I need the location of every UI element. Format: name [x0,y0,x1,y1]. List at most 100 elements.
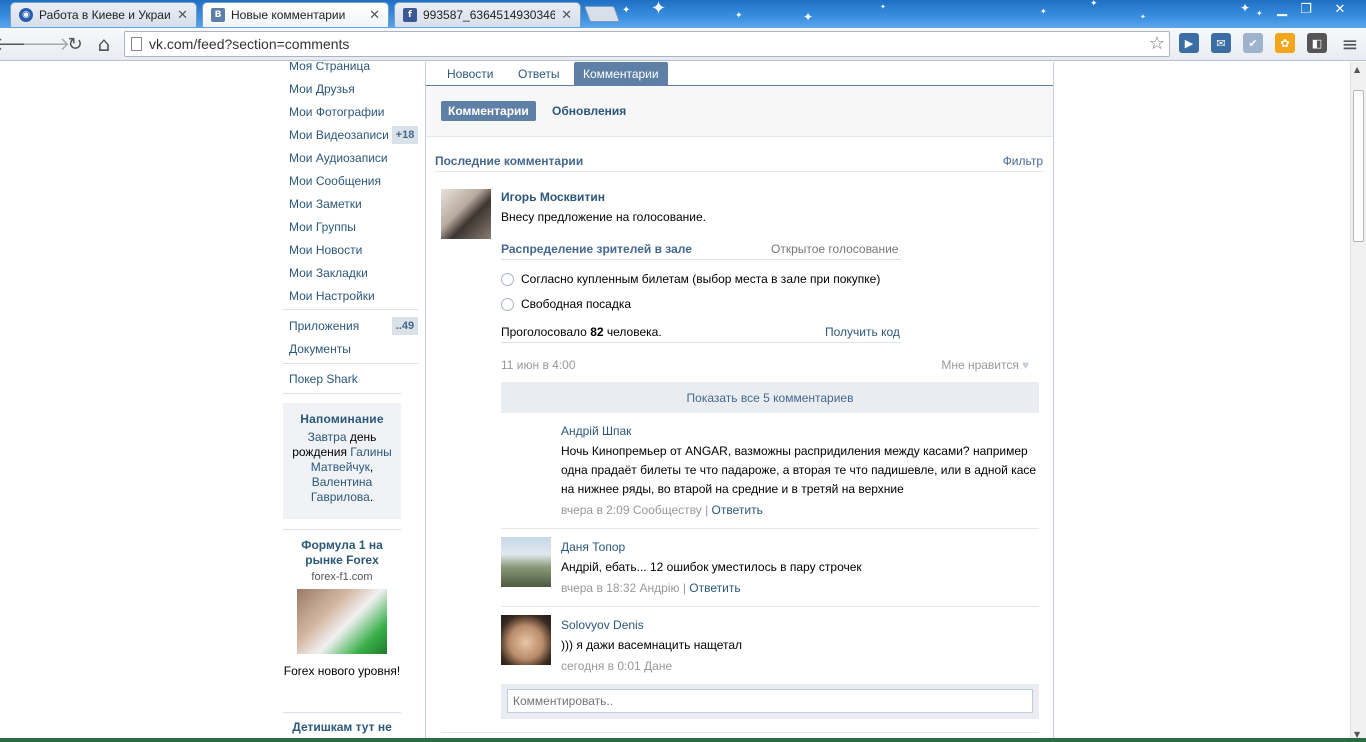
menu-my-settings[interactable]: Мои Настройки [289,289,375,303]
reply-button[interactable]: Ответить [689,581,740,595]
reply-button[interactable]: Ответить [712,503,763,517]
poll-option-label: Согласно купленным билетам (выбор места … [521,272,881,286]
decor-star-icon: ✦ [1140,13,1146,21]
poll-option[interactable]: Согласно купленным билетам (выбор места … [501,272,880,286]
screenshot-extension-icon[interactable]: ◧ [1307,33,1327,53]
get-code-link[interactable]: Получить код [825,325,900,339]
reply-date[interactable]: вчера в 18:32 Андрію [561,581,680,595]
taskbar-edge [0,738,1366,742]
page-content: Моя Страница Мои Друзья Мои Фотографии М… [0,62,1350,742]
mail-extension-icon[interactable]: ✉ [1211,33,1231,53]
vk-extension-icon[interactable]: ✔ [1243,33,1263,53]
show-all-comments-button[interactable]: Показать все 5 комментариев [501,382,1039,413]
page-scrollbar[interactable]: ▲ ▼ [1350,62,1366,742]
second-ad-title[interactable]: Детишкам тут не [283,720,401,734]
forex-ad[interactable]: Формула 1 на рынке Forex forex-f1.com Fo… [283,538,401,679]
scroll-up-icon[interactable]: ▲ [1354,65,1360,74]
menu-divider [283,309,418,310]
reply-date[interactable]: вчера в 2:09 Сообществу [561,503,702,517]
section-divider [435,171,1044,172]
reply-divider [501,606,1039,607]
close-icon[interactable]: ✕ [177,8,188,23]
decor-star-icon: ✦ [880,3,886,11]
menu-my-messages[interactable]: Мои Сообщения [289,174,381,188]
ad-divider [283,712,401,713]
chrome-menu-icon[interactable]: ≡ [1338,32,1362,56]
post-author-link[interactable]: Игорь Москвитин [501,190,605,204]
post-divider [441,732,1039,733]
reply-author-link[interactable]: Solovyov Denis [561,618,644,632]
reply-avatar[interactable] [501,537,551,587]
like-button[interactable]: Мне нравится ♥ [941,358,1029,372]
reminder-separator: , [369,460,374,474]
maximize-icon[interactable]: ❐ [1292,0,1320,18]
reminder-tomorrow-link[interactable]: Завтра [308,430,347,444]
menu-divider [283,393,401,394]
flower-extension-icon[interactable]: ✿ [1275,33,1295,53]
browser-tab-comments[interactable]: B Новые комментарии ✕ [202,2,389,27]
comments-filter-bar: Комментарии Обновления [426,86,1053,137]
menu-my-page[interactable]: Моя Страница [289,62,370,73]
ad-divider [283,529,401,530]
apps-count-badge[interactable]: ..49 [392,317,418,335]
radio-button[interactable] [501,272,514,286]
radio-button[interactable] [501,297,514,311]
bookmark-star-icon[interactable]: ☆ [1149,33,1165,54]
ad-image[interactable] [297,589,387,654]
votes-count: 82 [590,325,604,339]
browser-tab-jobs[interactable]: ◉ Работа в Киеве и Украине ✕ [10,2,197,27]
scrollbar-thumb[interactable] [1353,90,1364,242]
menu-my-friends[interactable]: Мои Друзья [289,82,355,96]
menu-my-audio[interactable]: Мои Аудиозаписи [289,151,388,165]
close-icon[interactable]: ✕ [561,8,572,23]
filter-comments-button[interactable]: Комментарии [441,101,536,121]
reply-divider [501,528,1039,529]
menu-apps[interactable]: Приложения [289,319,359,333]
reply-date[interactable]: сегодня в 0:01 Дане [561,659,672,673]
post-author-avatar[interactable] [441,189,491,239]
menu-documents[interactable]: Документы [289,342,351,356]
reply-text: Ночь Кинопремьер от ANGAR, вазможны расп… [561,444,1037,496]
home-icon[interactable]: ⌂ [92,32,116,56]
menu-my-groups[interactable]: Мои Группы [289,220,356,234]
menu-my-notes[interactable]: Мои Заметки [289,197,362,211]
menu-my-photos[interactable]: Мои Фотографии [289,105,384,119]
ad-text: Forex нового уровня! [283,664,401,678]
browser-tab-facebook-image[interactable]: f 993587_636451493034662_ ✕ [394,2,581,27]
forward-arrow-icon[interactable]: 🡒 [22,32,70,56]
menu-my-news[interactable]: Мои Новости [289,243,362,257]
reply-meta: вчера в 2:09 Сообществу | Ответить [561,503,763,517]
menu-poker-shark[interactable]: Покер Shark [289,372,358,386]
tab-news[interactable]: Новости [438,62,502,85]
new-tab-button[interactable] [584,6,620,22]
tab-replies[interactable]: Ответы [509,62,568,85]
poll-option[interactable]: Свободная посадка [501,297,631,311]
reminder-name-link[interactable]: Валентина Гаврилова [311,475,372,504]
browser-toolbar: 🡐 🡒 ↻ ⌂ ☆ ▶ ✉ ✔ ✿ ◧ ≡ [0,28,1366,61]
poll-title: Распределение зрителей в зале [501,242,692,256]
post-date[interactable]: 11 июн в 4:00 [501,358,576,372]
decor-star-icon: ✦ [803,10,814,24]
poll-divider [501,259,901,260]
decor-star-icon: ✦ [1040,7,1047,16]
filter-link[interactable]: Фильтр [1003,154,1043,168]
address-input[interactable] [149,35,1139,53]
menu-my-bookmarks[interactable]: Мои Закладки [289,266,368,280]
videos-count-badge[interactable]: +18 [392,126,418,144]
ad-title[interactable]: Формула 1 на рынке Forex [283,538,401,568]
comment-input[interactable] [507,689,1033,713]
ad-domain: forex-f1.com [311,571,373,583]
window-close-icon[interactable]: ✕ [1326,0,1354,18]
reply-author-link[interactable]: Даня Топор [561,540,625,554]
close-icon[interactable]: ✕ [369,8,380,23]
reload-icon[interactable]: ↻ [63,32,87,56]
reply-avatar[interactable] [501,615,551,665]
tab-comments[interactable]: Комментарии [574,62,668,85]
menu-my-videos[interactable]: Мои Видеозаписи [289,128,389,142]
address-bar[interactable]: ☆ [124,31,1170,57]
filter-updates-button[interactable]: Обновления [545,101,633,121]
section-title: Последние комментарии [435,154,584,168]
browser-tab-bar: ✦ ✦ ✦ ✦ ✦ ✦ ✦ ✦ ✦ ✦ ◉ Работа в Киеве и У… [0,0,1366,28]
play-extension-icon[interactable]: ▶ [1179,33,1199,53]
reply-author-link[interactable]: Андрій Шпак [561,424,631,438]
